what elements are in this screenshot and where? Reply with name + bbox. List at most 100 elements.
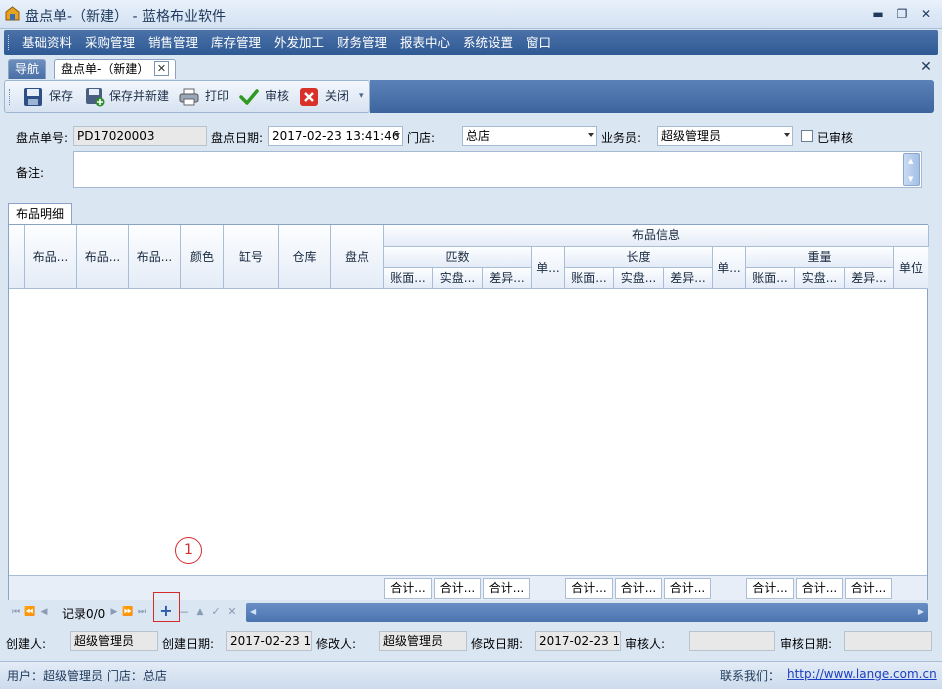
menu-item-reports[interactable]: 报表中心: [400, 30, 450, 55]
column-header[interactable]: 账面...: [384, 268, 433, 289]
group-header-weight: 重量: [746, 247, 894, 268]
approver-label: 审核人:: [625, 637, 666, 651]
menu-item-settings[interactable]: 系统设置: [463, 30, 513, 55]
menu-item-inventory[interactable]: 库存管理: [211, 30, 261, 55]
menu-grip: [8, 35, 11, 50]
app-logo-icon: [5, 6, 20, 21]
tab-navigation[interactable]: 导航: [8, 59, 47, 79]
menu-item-window[interactable]: 窗口: [526, 30, 551, 55]
detail-grid[interactable]: 布品... 布品... 布品... 颜色 缸号 仓库 盘点 布品信息 匹数 账面…: [8, 224, 929, 600]
next-record-icon[interactable]: ▶: [108, 604, 120, 620]
print-button[interactable]: 打印: [177, 81, 233, 112]
contact-link[interactable]: http://www.lange.com.cn: [787, 667, 937, 681]
column-header[interactable]: 仓库: [279, 225, 331, 289]
panel-close-icon[interactable]: ✕: [918, 59, 934, 75]
sum-cell: 合计...: [384, 578, 432, 599]
menu-item-purchase[interactable]: 采购管理: [85, 30, 135, 55]
salesman-value: 超级管理员: [661, 129, 722, 143]
next-page-icon[interactable]: ⏩: [122, 604, 134, 620]
menu-item-outsourcing[interactable]: 外发加工: [274, 30, 324, 55]
sum-cell: 合计...: [483, 578, 530, 599]
close-button[interactable]: 关闭: [297, 81, 353, 112]
column-header[interactable]: 实盘...: [614, 268, 664, 289]
approved-checkbox[interactable]: [801, 130, 813, 142]
toolbar-background: [370, 80, 934, 113]
column-header[interactable]: 颜色: [181, 225, 224, 289]
column-header[interactable]: 差异...: [845, 268, 894, 289]
minimize-icon[interactable]: ▬: [868, 5, 888, 23]
tab-close-icon[interactable]: ✕: [154, 61, 169, 76]
prev-page-icon[interactable]: ⏪: [24, 604, 36, 620]
move-up-icon[interactable]: ▲: [194, 604, 206, 620]
sum-cell: 合计...: [796, 578, 843, 599]
column-header[interactable]: 布品...: [77, 225, 129, 289]
toolbar-overflow-icon[interactable]: ▾: [359, 91, 364, 101]
column-header[interactable]: 账面...: [565, 268, 614, 289]
created-date-label: 创建日期:: [162, 637, 215, 651]
confirm-edit-icon[interactable]: ✓: [210, 604, 222, 620]
salesman-label: 业务员:: [601, 131, 642, 145]
remark-textarea[interactable]: [73, 151, 922, 188]
save-button[interactable]: 保存: [21, 81, 77, 112]
menu-item-sales[interactable]: 销售管理: [148, 30, 198, 55]
approve-label: 审核: [265, 89, 290, 103]
column-header[interactable]: 单...: [532, 247, 565, 289]
title-bar: 盘点单-（新建） - 蓝格布业软件 ▬ ❐ ✕: [0, 0, 942, 29]
restore-icon[interactable]: ❐: [892, 5, 912, 23]
cancel-edit-icon[interactable]: ✕: [226, 604, 238, 620]
modified-date-field: 2017-02-23 13: [535, 631, 621, 651]
store-value: 总店: [466, 129, 491, 143]
date-field[interactable]: 2017-02-23 13:41:46: [268, 126, 403, 146]
group-header-fabric-info: 布品信息: [384, 225, 929, 247]
column-header[interactable]: 单位: [894, 247, 928, 289]
chevron-down-icon[interactable]: [588, 133, 594, 137]
column-header[interactable]: 单...: [713, 247, 746, 289]
toolbar: 保存 保存并新建 打印 审核 关闭 ▾: [4, 80, 370, 113]
column-header[interactable]: 差异...: [664, 268, 713, 289]
record-counter: 记录0/0: [62, 607, 106, 621]
column-header[interactable]: 布品...: [129, 225, 181, 289]
window-title: 盘点单-（新建） - 蓝格布业软件: [25, 9, 227, 25]
column-header[interactable]: 盘点: [331, 225, 384, 289]
column-header[interactable]: 账面...: [746, 268, 795, 289]
menu-item-finance[interactable]: 财务管理: [337, 30, 387, 55]
horizontal-scrollbar[interactable]: ◀ ▶: [246, 603, 928, 622]
prev-record-icon[interactable]: ◀: [38, 604, 50, 620]
creator-field: 超级管理员: [70, 631, 158, 651]
scroll-right-icon[interactable]: ▶: [918, 607, 924, 616]
sum-cell: 合计...: [845, 578, 892, 599]
column-header[interactable]: 实盘...: [795, 268, 845, 289]
column-header[interactable]: 实盘...: [433, 268, 483, 289]
close-icon[interactable]: ✕: [916, 5, 936, 23]
document-tabs: 导航 盘点单-（新建）: [4, 57, 938, 79]
approve-button[interactable]: 审核: [237, 81, 293, 112]
first-record-icon[interactable]: ⏮: [10, 604, 22, 620]
doc-no-field: PD17020003: [73, 126, 207, 146]
toolbar-grip: [9, 89, 12, 105]
chevron-down-icon[interactable]: [784, 133, 790, 137]
tab-fabric-detail[interactable]: 布品明细: [8, 203, 72, 224]
save-and-new-button[interactable]: 保存并新建: [83, 81, 175, 112]
save-label: 保存: [49, 89, 74, 103]
approved-date-label: 审核日期:: [780, 637, 833, 651]
sum-cell: 合计...: [746, 578, 794, 599]
chevron-down-icon[interactable]: [394, 133, 400, 137]
scroll-down-icon[interactable]: ▼: [908, 175, 913, 183]
scroll-up-icon[interactable]: ▲: [908, 157, 913, 165]
salesman-select[interactable]: 超级管理员: [657, 126, 793, 146]
scroll-left-icon[interactable]: ◀: [250, 607, 256, 616]
store-select[interactable]: 总店: [462, 126, 597, 146]
checkmark-icon: [239, 89, 259, 105]
group-header-pieces: 匹数: [384, 247, 532, 268]
row-indicator-header: [9, 225, 25, 289]
menu-item-basic[interactable]: 基础资料: [22, 30, 72, 55]
contact-label: 联系我们：: [720, 669, 781, 683]
remark-scrollbar[interactable]: ▲ ▼: [903, 153, 920, 186]
column-header[interactable]: 差异...: [483, 268, 532, 289]
column-header[interactable]: 布品...: [25, 225, 77, 289]
menu-bar: 基础资料 采购管理 销售管理 库存管理 外发加工 财务管理 报表中心 系统设置 …: [4, 30, 938, 55]
grid-summary-row: 合计... 合计... 合计... 合计... 合计... 合计... 合计..…: [9, 575, 927, 600]
last-record-icon[interactable]: ⏭: [136, 604, 148, 620]
approved-date-field: [844, 631, 932, 651]
column-header[interactable]: 缸号: [224, 225, 279, 289]
